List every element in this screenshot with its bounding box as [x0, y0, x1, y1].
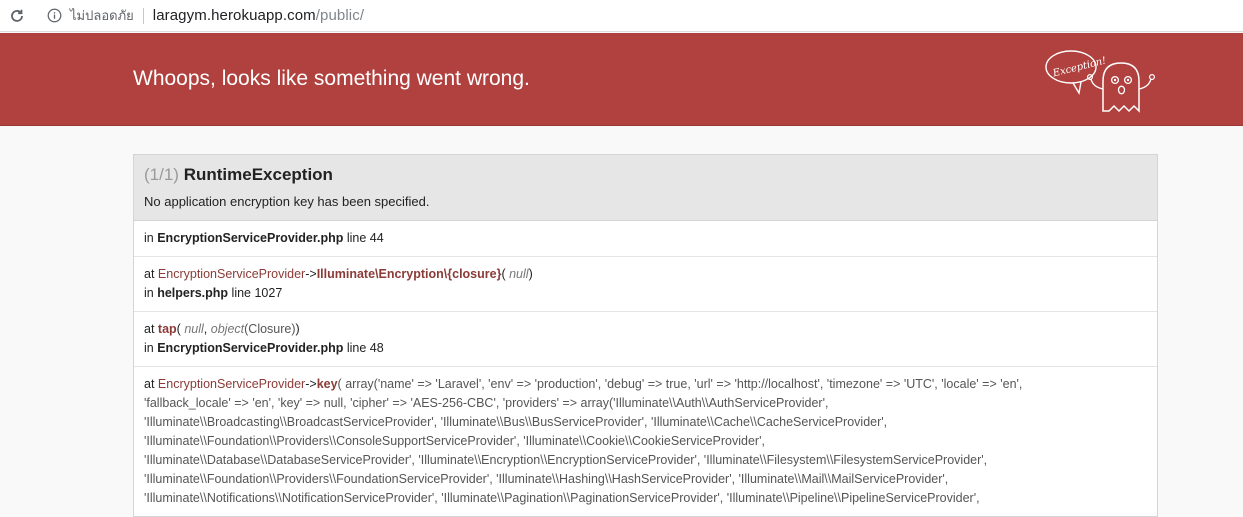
trace-line: line 48: [346, 341, 384, 355]
trace-args-line: 'Illuminate\\Database\\DatabaseServicePr…: [144, 453, 988, 467]
whoops-ghost-logo: Exception!: [1045, 50, 1155, 113]
trace-line: line 1027: [231, 286, 283, 300]
info-icon[interactable]: [46, 8, 62, 24]
trace-at-label: at: [144, 267, 155, 281]
trace-args-line: 'Illuminate\\Foundation\\Providers\\Cons…: [144, 434, 765, 448]
trace-at-label: at: [144, 377, 155, 391]
exception-panel: (1/1) RuntimeException No application en…: [133, 154, 1158, 517]
trace-item: at tap( null, object(Closure)) in Encryp…: [134, 312, 1157, 367]
trace-args: null: [509, 267, 529, 281]
trace-item: at EncryptionServiceProvider->key( array…: [134, 367, 1157, 516]
page-title: Whoops, looks like something went wrong.: [133, 67, 530, 90]
exception-header: (1/1) RuntimeException No application en…: [134, 155, 1157, 221]
security-label[interactable]: ไม่ปลอดภัย: [70, 5, 134, 26]
trace-file: helpers.php: [157, 286, 229, 300]
trace-in-label: in: [144, 286, 154, 300]
trace-args-line: array('name' => 'Laravel', 'env' => 'pro…: [345, 377, 1023, 391]
reload-icon[interactable]: [6, 5, 28, 27]
trace-method: tap: [157, 322, 177, 336]
trace-item: at EncryptionServiceProvider->Illuminate…: [134, 257, 1157, 312]
trace-in-label: in: [144, 231, 154, 245]
trace-arg-separator: ,: [203, 322, 208, 336]
trace-paren-open: (: [176, 322, 181, 336]
trace-method: key: [316, 377, 338, 391]
trace-method: Illuminate\Encryption\{closure}: [316, 267, 502, 281]
trace-paren-close: ): [295, 322, 300, 336]
url-field[interactable]: laragym.herokuapp.com/public/: [153, 7, 364, 24]
trace-arg-value: (Closure): [244, 322, 296, 336]
url-path: /public/: [315, 7, 365, 24]
browser-address-bar: ไม่ปลอดภัย laragym.herokuapp.com/public/: [0, 0, 1243, 32]
trace-arrow: ->: [305, 267, 317, 281]
exception-count: (1/1): [144, 165, 179, 184]
exception-message: No application encryption key has been s…: [144, 194, 430, 209]
trace-file: EncryptionServiceProvider.php: [157, 231, 344, 245]
trace-line: line 44: [346, 231, 384, 245]
address-divider: [142, 7, 144, 24]
trace-args-line: 'Illuminate\\Notifications\\Notification…: [144, 491, 980, 505]
url-host: laragym.herokuapp.com: [152, 7, 316, 24]
error-banner: Whoops, looks like something went wrong.…: [0, 33, 1243, 126]
trace-arrow: ->: [305, 377, 317, 391]
trace-file: EncryptionServiceProvider.php: [157, 341, 344, 355]
trace-item: in EncryptionServiceProvider.php line 44: [134, 221, 1157, 257]
exception-name: RuntimeException: [183, 165, 333, 184]
trace-arg: object: [210, 322, 245, 336]
trace-paren-close: ): [528, 267, 533, 281]
trace-class: EncryptionServiceProvider: [157, 377, 306, 391]
trace-args-line: 'Illuminate\\Broadcasting\\BroadcastServ…: [144, 415, 888, 429]
trace-args-line: 'Illuminate\\Foundation\\Providers\\Foun…: [144, 472, 949, 486]
trace-paren-open: (: [501, 267, 506, 281]
trace-args-line: 'fallback_locale' => 'en', 'key' => null…: [144, 396, 829, 410]
svg-text:Exception!: Exception!: [1051, 55, 1108, 79]
trace-class: EncryptionServiceProvider: [157, 267, 306, 281]
trace-arg: null: [184, 322, 204, 336]
trace-in-label: in: [144, 341, 154, 355]
trace-at-label: at: [144, 322, 155, 336]
